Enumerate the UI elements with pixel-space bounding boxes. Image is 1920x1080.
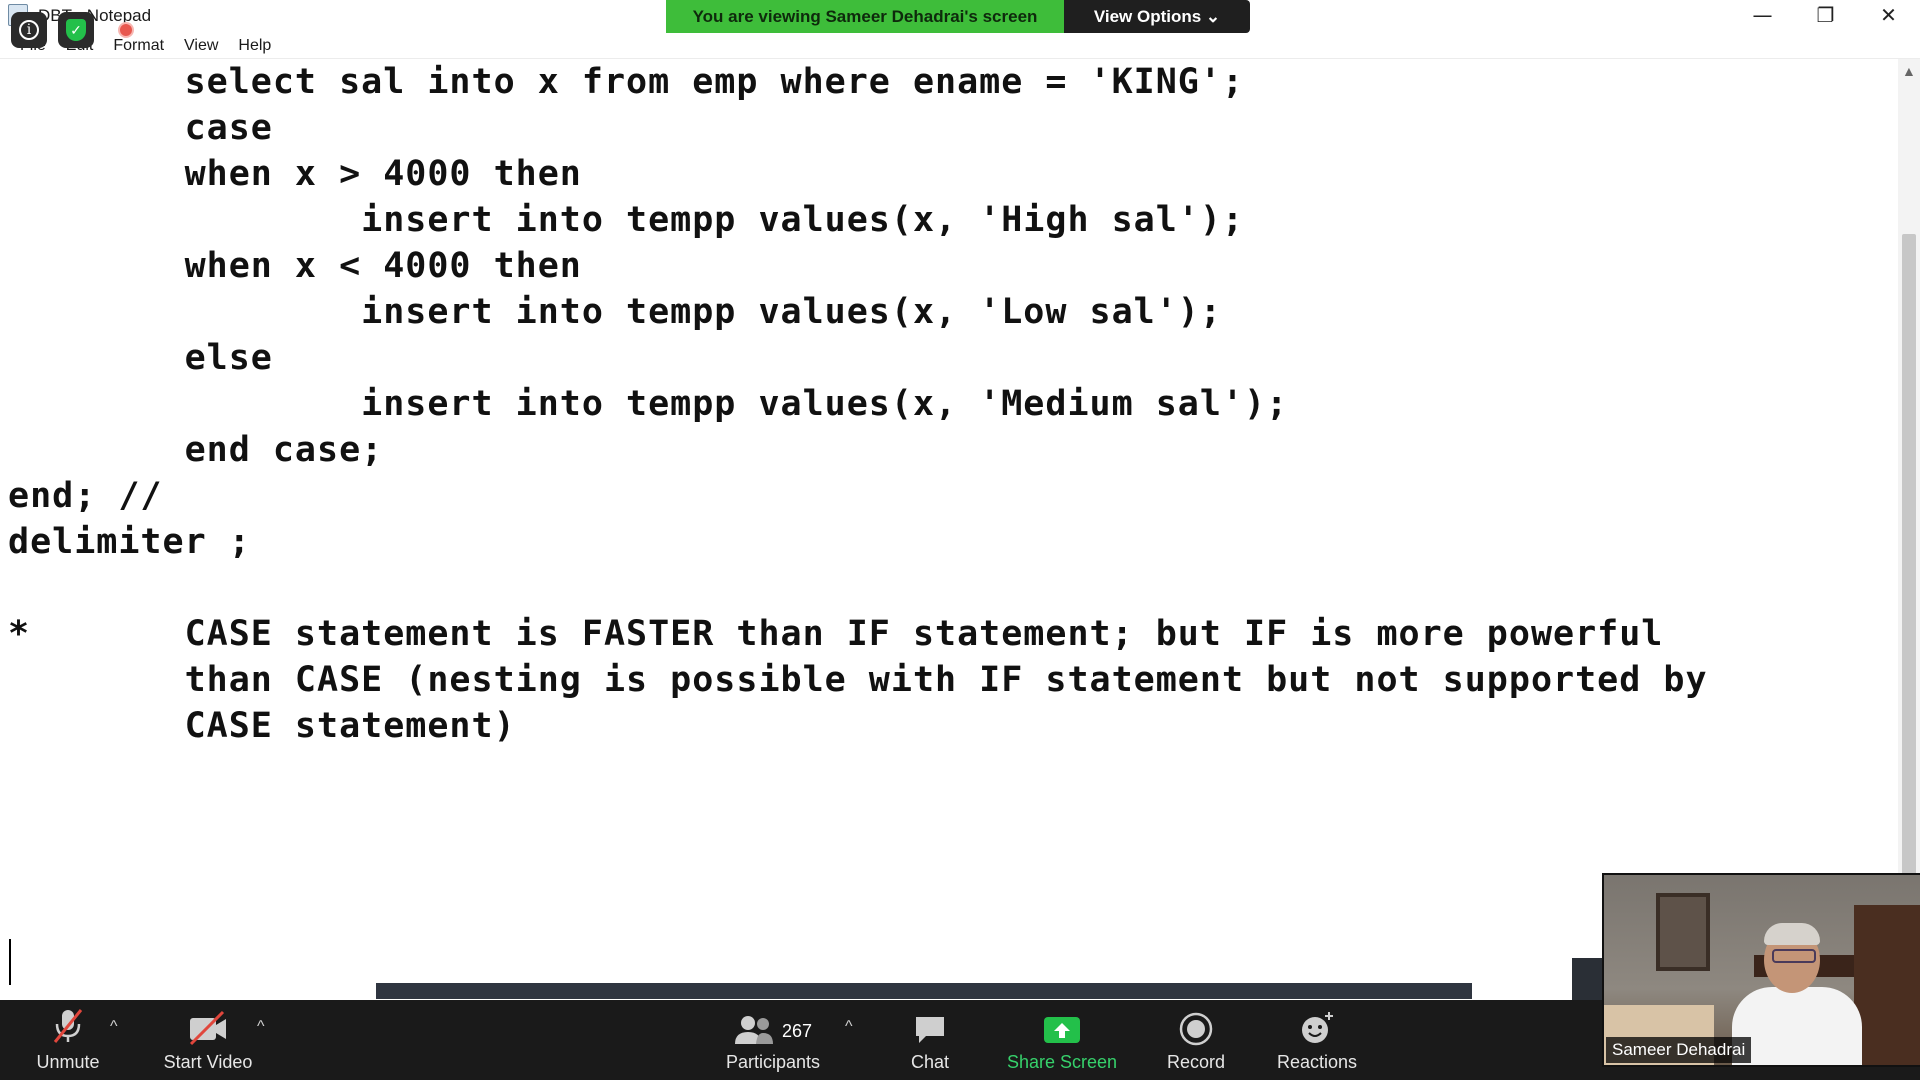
menu-format[interactable]: Format: [103, 36, 174, 56]
reactions-button[interactable]: Reactions: [1272, 1000, 1362, 1080]
share-screen-button[interactable]: Share Screen: [1003, 1000, 1121, 1080]
vertical-scrollbar[interactable]: ▲: [1898, 59, 1920, 999]
code-line: than CASE (nesting is possible with IF s…: [8, 660, 1708, 700]
code-line: else: [8, 338, 273, 378]
code-line: * CASE statement is FASTER than IF state…: [8, 614, 1664, 654]
participant-count: 267: [781, 1021, 813, 1041]
unmute-button[interactable]: Unmute: [32, 1000, 104, 1080]
menu-bar: File Edit Format View Help: [10, 36, 281, 56]
audio-options-caret-icon[interactable]: ^: [110, 1018, 118, 1036]
participant-video-tile[interactable]: Sameer Dehadrai: [1602, 873, 1920, 1067]
chat-bubble-icon: [913, 1000, 947, 1046]
presenter-hair: [1764, 923, 1820, 945]
participants-label: Participants: [725, 1052, 821, 1072]
code-line: CASE statement): [8, 706, 516, 746]
presenter-glasses: [1772, 949, 1816, 963]
code-line: insert into tempp values(x, 'Low sal');: [8, 292, 1222, 332]
text-caret: [9, 939, 11, 985]
share-screen-icon: [1043, 1000, 1081, 1046]
menu-view[interactable]: View: [174, 36, 228, 56]
menu-help[interactable]: Help: [228, 36, 281, 56]
meeting-info-button[interactable]: i: [11, 12, 47, 48]
screen-share-banner: You are viewing Sameer Dehadrai's screen…: [666, 0, 1250, 33]
code-line: end case;: [8, 430, 384, 470]
code-line: end; //: [8, 476, 163, 516]
share-screen-label: Share Screen: [1006, 1052, 1118, 1072]
video-off-icon: [187, 1000, 229, 1046]
restore-button[interactable]: ❐: [1794, 0, 1857, 30]
video-options-caret-icon[interactable]: ^: [257, 1018, 265, 1036]
shield-check-icon: ✓: [66, 19, 86, 41]
start-video-label: Start Video: [163, 1052, 253, 1072]
chat-button[interactable]: Chat: [900, 1000, 960, 1080]
code-line: case: [8, 108, 273, 148]
door: [1854, 905, 1920, 1065]
scroll-corner: [1572, 958, 1602, 1000]
muted-mic-icon: [51, 1000, 85, 1046]
scroll-up-icon[interactable]: ▲: [1902, 63, 1916, 79]
record-icon: [1179, 1000, 1213, 1046]
horizontal-scrollbar[interactable]: [376, 983, 1472, 999]
code-line: delimiter ;: [8, 522, 251, 562]
emoji-reaction-icon: [1299, 1000, 1335, 1046]
info-icon: i: [19, 20, 39, 40]
security-badge[interactable]: ✓: [58, 12, 94, 48]
record-button[interactable]: Record: [1160, 1000, 1232, 1080]
recording-indicator-icon: [118, 22, 134, 38]
unmute-label: Unmute: [36, 1052, 100, 1072]
minimize-button[interactable]: —: [1731, 0, 1794, 30]
start-video-button[interactable]: Start Video: [160, 1000, 256, 1080]
chat-label: Chat: [910, 1052, 950, 1072]
participants-button[interactable]: 267 Participants: [718, 1000, 828, 1080]
record-label: Record: [1166, 1052, 1226, 1072]
view-options-button[interactable]: View Options ⌄: [1064, 0, 1250, 33]
presenter-body: [1732, 987, 1862, 1065]
wall-picture-frame: [1656, 893, 1710, 971]
window-controls: — ❐ ✕: [1731, 0, 1920, 30]
close-button[interactable]: ✕: [1857, 0, 1920, 30]
code-line: when x < 4000 then: [8, 246, 582, 286]
code-line: when x > 4000 then: [8, 154, 582, 194]
reactions-label: Reactions: [1276, 1052, 1358, 1072]
code-line: insert into tempp values(x, 'Medium sal'…: [8, 384, 1289, 424]
participants-options-caret-icon[interactable]: ^: [845, 1018, 853, 1036]
notepad-editor[interactable]: select sal into x from emp where ename =…: [0, 59, 1898, 999]
participant-name-tag: Sameer Dehadrai: [1606, 1037, 1752, 1063]
window-title: DBT - Notepad: [38, 6, 152, 25]
viewing-screen-label: You are viewing Sameer Dehadrai's screen: [666, 0, 1064, 33]
code-line: select sal into x from emp where ename =…: [8, 62, 1245, 102]
participants-icon: [734, 1016, 773, 1044]
code-line: insert into tempp values(x, 'High sal');: [8, 200, 1245, 240]
